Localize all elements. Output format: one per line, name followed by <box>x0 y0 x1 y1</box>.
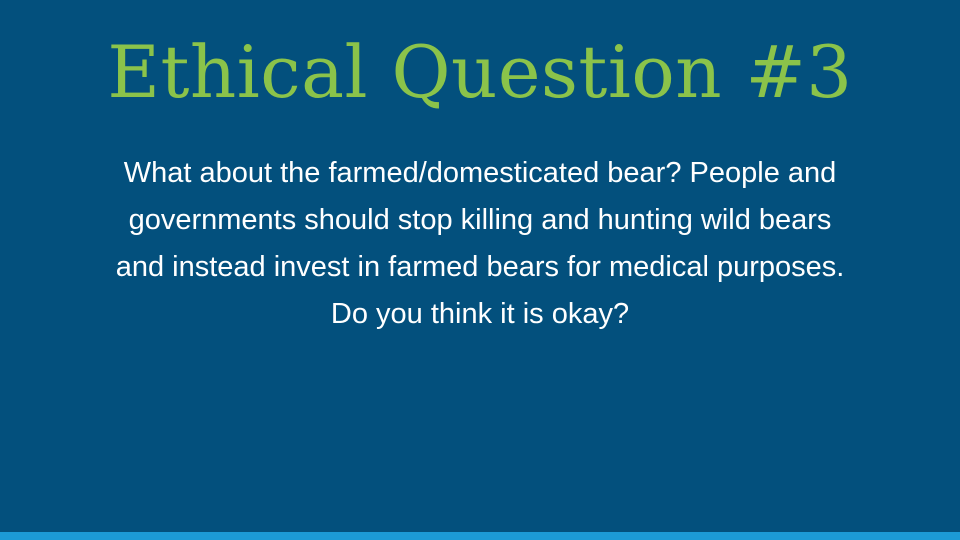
bottom-accent-bar <box>0 532 960 540</box>
body-line-1: What about the farmed/domesticated bear?… <box>123 157 837 189</box>
body-line-3: and instead invest in farmed bears for m… <box>115 251 845 283</box>
body-line-2: governments should stop killing and hunt… <box>128 204 832 236</box>
slide-title: Ethical Question #3 <box>107 30 853 114</box>
body-line-4: Do you think it is okay? <box>330 298 630 330</box>
slide-body: What about the farmed/domesticated bear?… <box>40 150 920 338</box>
slide: Ethical Question #3 What about the farme… <box>0 0 960 540</box>
